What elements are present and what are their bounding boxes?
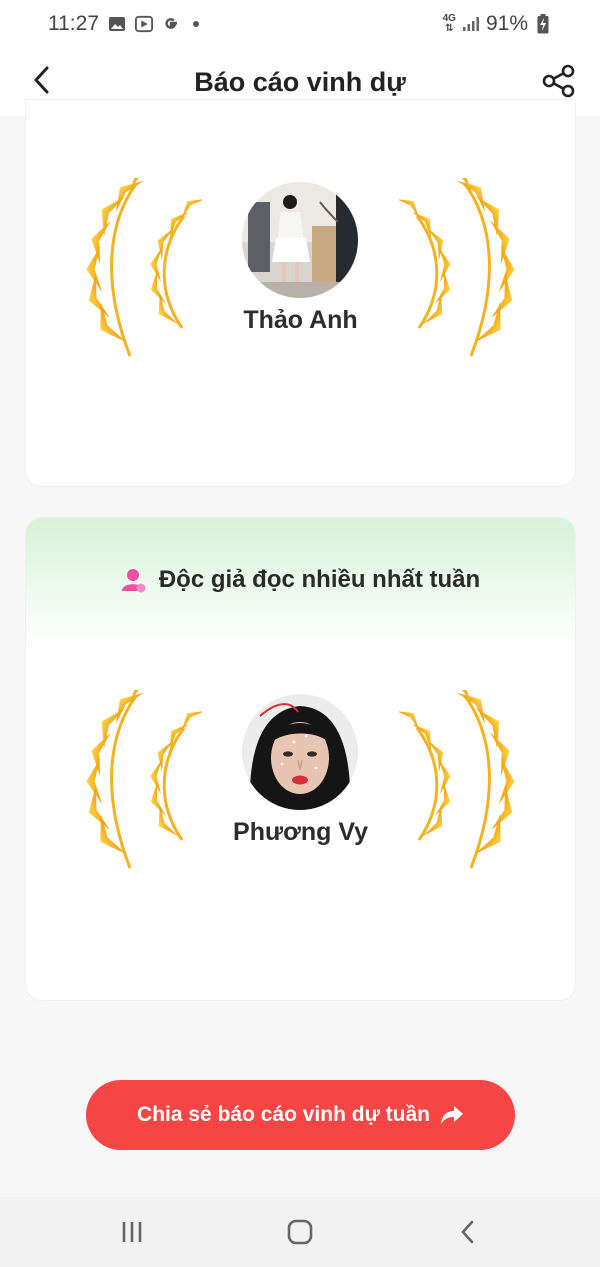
- home-button[interactable]: [280, 1214, 320, 1250]
- honor-card-top: Thảo Anh: [26, 100, 575, 486]
- avatar[interactable]: [242, 182, 358, 298]
- recent-apps-icon: [122, 1222, 142, 1242]
- status-bar: 11:27 4G ⇅ 91%: [0, 0, 600, 48]
- back-button[interactable]: [24, 62, 60, 98]
- laurel-right-icon: [399, 690, 529, 880]
- honor-block: Thảo Anh: [26, 178, 575, 368]
- page-title: Báo cáo vinh dự: [194, 66, 406, 97]
- card-title: Độc giả đọc nhiều nhất tuần: [158, 566, 481, 593]
- laurel-left-icon: [72, 178, 202, 368]
- laurel-right-icon: [399, 178, 529, 368]
- signal-icon: [462, 15, 480, 33]
- honoree-name: Thảo Anh: [243, 306, 358, 334]
- honor-block: Phương Vy: [26, 690, 575, 880]
- gallery-icon: [108, 15, 126, 33]
- data-arrows-icon: ⇅: [445, 23, 454, 34]
- back-arrow-icon: [34, 66, 49, 94]
- status-left: 11:27: [48, 12, 199, 36]
- system-nav-bar: [0, 1197, 600, 1267]
- battery-charging-icon: [534, 14, 552, 34]
- network-type: 4G ⇅: [443, 14, 456, 34]
- user-icon: [121, 569, 146, 593]
- share-weekly-report-label: Chia sẻ báo cáo vinh dự tuần: [137, 1103, 430, 1126]
- status-time: 11:27: [48, 12, 99, 35]
- chevron-left-icon: [461, 1220, 474, 1244]
- home-icon: [287, 1219, 313, 1245]
- recent-apps-button[interactable]: [112, 1214, 152, 1250]
- notification-dot-icon: [193, 21, 199, 27]
- google-icon: [162, 15, 180, 33]
- status-right: 4G ⇅ 91%: [443, 12, 552, 36]
- honoree-name: Phương Vy: [233, 818, 368, 846]
- battery-percent: 91%: [485, 12, 528, 35]
- share-button[interactable]: [540, 62, 578, 100]
- share-weekly-report-button[interactable]: Chia sẻ báo cáo vinh dự tuần: [86, 1080, 515, 1150]
- forward-share-icon: [440, 1106, 463, 1124]
- share-icon: [542, 64, 575, 98]
- avatar[interactable]: [242, 694, 358, 810]
- system-back-button[interactable]: [448, 1214, 488, 1250]
- honor-card-top-reader: Độc giả đọc nhiều nhất tuần Phương Vy: [26, 518, 575, 1000]
- card-header: Độc giả đọc nhiều nhất tuần: [26, 518, 575, 648]
- play-store-icon: [135, 15, 153, 33]
- laurel-left-icon: [72, 690, 202, 880]
